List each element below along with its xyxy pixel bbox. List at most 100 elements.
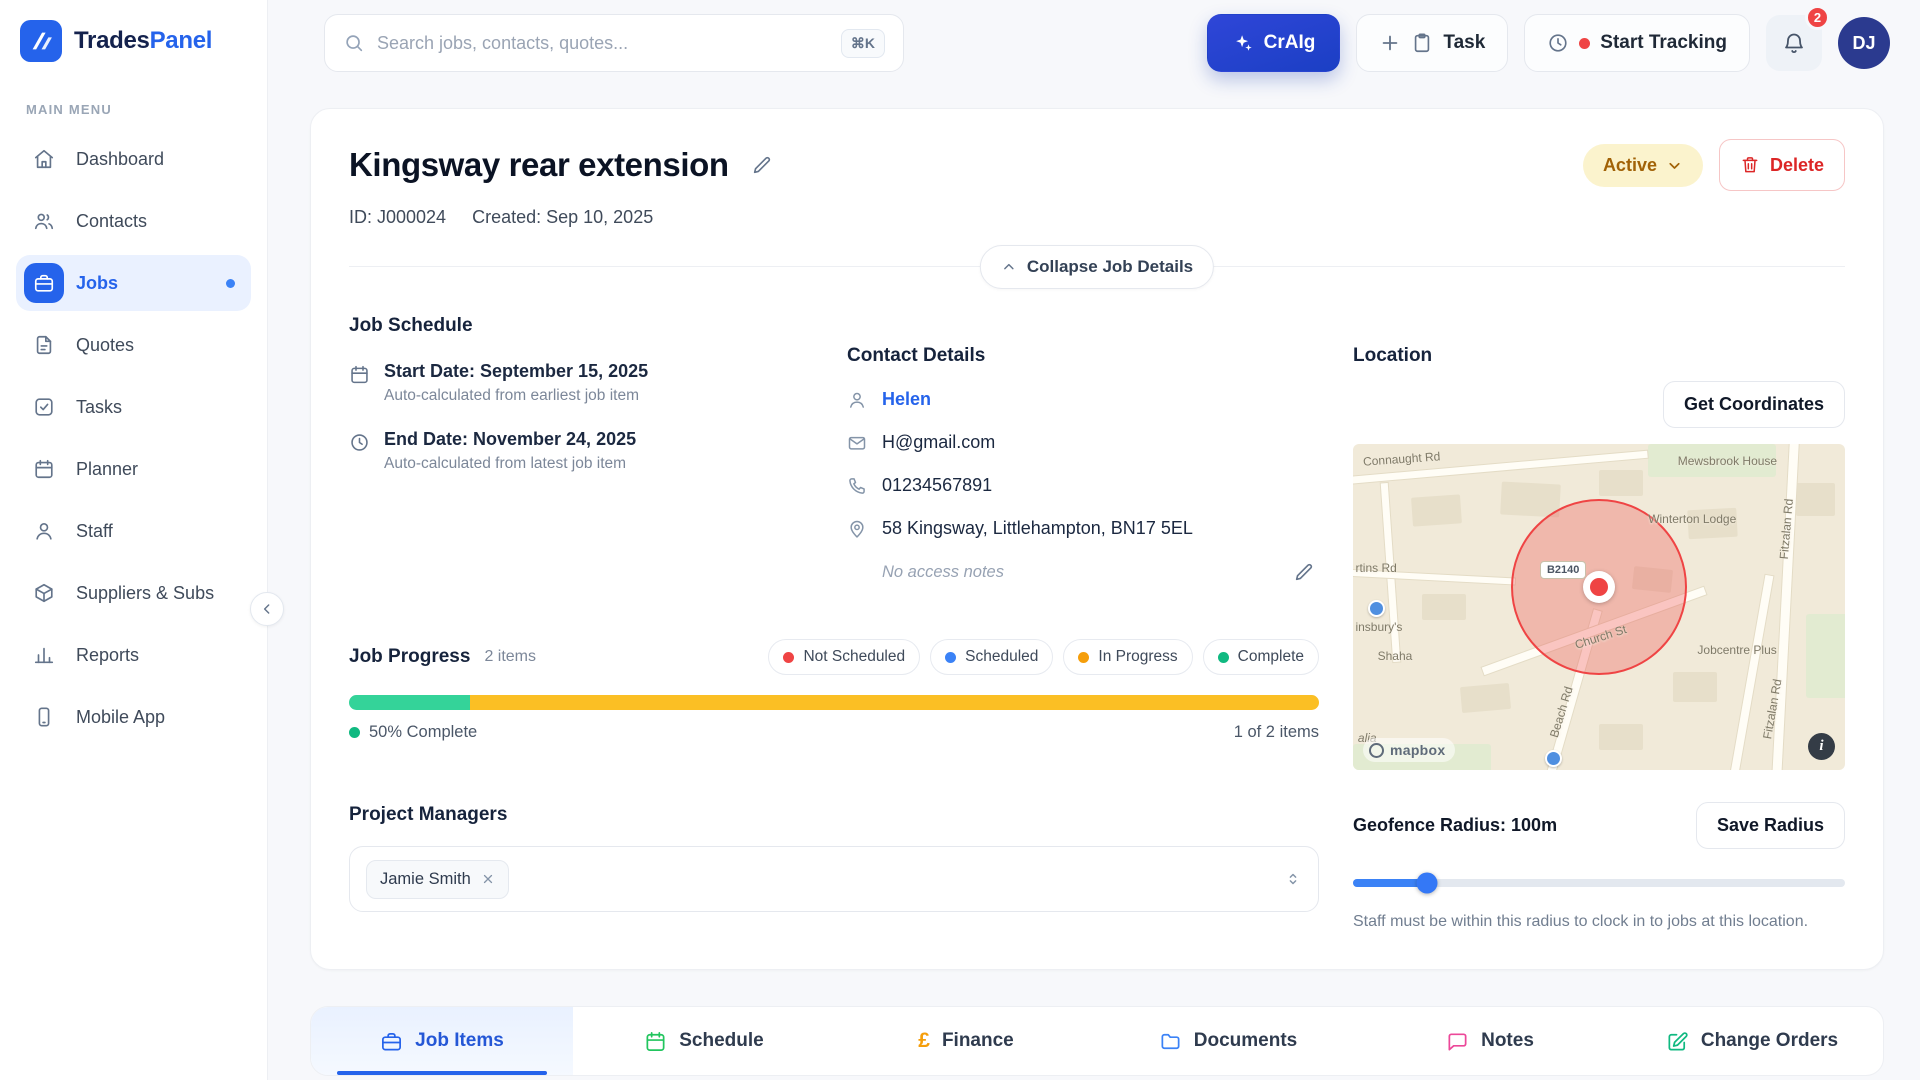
tab-label: Finance — [942, 1030, 1014, 1052]
sidebar-item-label: Dashboard — [76, 149, 164, 170]
check-square-icon — [24, 387, 64, 427]
delete-job-button[interactable]: Delete — [1719, 139, 1845, 191]
brand-name-accent: Panel — [150, 27, 213, 54]
page-content: Kingsway rear extension Active Delete — [268, 82, 1920, 1080]
legend-not-scheduled: Not Scheduled — [768, 639, 920, 675]
job-progress-heading: Job Progress — [349, 646, 470, 668]
project-managers-select[interactable]: Jamie Smith — [349, 846, 1319, 912]
user-icon — [24, 511, 64, 551]
sidebar-item-staff[interactable]: Staff — [16, 503, 251, 559]
search-input[interactable] — [377, 33, 829, 54]
folder-icon — [1159, 1030, 1182, 1053]
progress-percent-label: 50% Complete — [369, 723, 477, 742]
progress-count-label: 1 of 2 items — [1234, 723, 1319, 742]
remove-manager-button[interactable] — [481, 872, 495, 886]
tab-label: Change Orders — [1701, 1030, 1838, 1052]
sidebar-item-reports[interactable]: Reports — [16, 627, 251, 683]
access-notes-text: No access notes — [882, 563, 1004, 582]
details-left: Job Schedule Start Date: September 15, 2… — [349, 315, 1319, 931]
brand-name-bold: Trades — [74, 27, 150, 54]
status-dot — [1078, 652, 1089, 663]
sidebar-item-tasks[interactable]: Tasks — [16, 379, 251, 435]
save-radius-button[interactable]: Save Radius — [1696, 802, 1845, 849]
geofence-radius-label: Geofence Radius: 100m — [1353, 815, 1557, 836]
get-coordinates-button[interactable]: Get Coordinates — [1663, 381, 1845, 428]
end-date-value: End Date: November 24, 2025 — [384, 429, 636, 450]
complete-dot — [349, 727, 360, 738]
clipboard-icon — [1411, 32, 1433, 54]
sidebar-item-jobs[interactable]: Jobs — [16, 255, 251, 311]
location-marker[interactable] — [1583, 571, 1615, 603]
tab-schedule[interactable]: Schedule — [573, 1007, 835, 1075]
legend-in-progress: In Progress — [1063, 639, 1192, 675]
global-search[interactable]: ⌘K — [324, 14, 904, 72]
map-pin-icon — [847, 519, 867, 539]
manager-tag-label: Jamie Smith — [380, 870, 471, 889]
craig-button[interactable]: CrAIg — [1207, 14, 1341, 72]
sidebar-item-planner[interactable]: Planner — [16, 441, 251, 497]
notifications-button[interactable]: 2 — [1766, 15, 1822, 71]
contact-email-row: H@gmail.com — [847, 432, 1319, 453]
mapbox-attribution[interactable]: mapbox — [1363, 738, 1455, 762]
calendar-icon — [24, 449, 64, 489]
status-dropdown[interactable]: Active — [1583, 144, 1703, 187]
legend-label: Scheduled — [965, 648, 1038, 666]
start-date-value: Start Date: September 15, 2025 — [384, 361, 648, 382]
project-managers-heading: Project Managers — [349, 804, 1319, 826]
map-place-label: Jobcentre Plus — [1697, 643, 1776, 657]
progress-bar — [349, 695, 1319, 710]
legend-label: In Progress — [1098, 648, 1177, 666]
tab-job-items[interactable]: Job Items — [311, 1007, 573, 1075]
tab-change-orders[interactable]: Change Orders — [1621, 1007, 1883, 1075]
progress-footer: 50% Complete 1 of 2 items — [349, 723, 1319, 742]
map-info-button[interactable]: i — [1808, 733, 1835, 760]
sidebar-item-label: Quotes — [76, 335, 134, 356]
tab-documents[interactable]: Documents — [1097, 1007, 1359, 1075]
sidebar-item-label: Suppliers & Subs — [76, 583, 214, 604]
tab-finance[interactable]: £ Finance — [835, 1007, 1097, 1075]
status-badge-label: Active — [1603, 155, 1657, 176]
collapse-button-label: Collapse Job Details — [1027, 257, 1193, 277]
map-road-label: rtins Rd — [1355, 561, 1396, 575]
road-number-badge: B2140 — [1540, 561, 1586, 579]
sidebar-item-dashboard[interactable]: Dashboard — [16, 131, 251, 187]
geofence-note: Staff must be within this radius to cloc… — [1353, 913, 1845, 931]
bell-icon — [1782, 31, 1806, 55]
map-road-label: Connaught Rd — [1362, 449, 1440, 468]
avatar[interactable]: DJ — [1838, 17, 1890, 69]
mapbox-label: mapbox — [1390, 742, 1445, 758]
mapbox-logo-icon — [1369, 743, 1384, 758]
sidebar-item-mobile-app[interactable]: Mobile App — [16, 689, 251, 745]
sidebar-item-contacts[interactable]: Contacts — [16, 193, 251, 249]
sidebar-item-quotes[interactable]: Quotes — [16, 317, 251, 373]
tab-label: Schedule — [679, 1030, 763, 1052]
map-building — [1796, 483, 1835, 516]
collapse-job-details-button[interactable]: Collapse Job Details — [980, 245, 1214, 289]
users-icon — [24, 201, 64, 241]
contact-details-heading: Contact Details — [847, 345, 1319, 367]
sidebar-collapse-button[interactable] — [250, 592, 284, 626]
legend-label: Complete — [1238, 648, 1304, 666]
edit-title-button[interactable] — [747, 150, 777, 180]
brand[interactable]: TradesPanel — [16, 14, 251, 72]
contact-phone[interactable]: 01234567891 — [882, 475, 992, 496]
contact-email[interactable]: H@gmail.com — [882, 432, 995, 453]
map[interactable]: Connaught Rd Mewsbrook House Winterton L… — [1353, 444, 1845, 770]
contact-name-link[interactable]: Helen — [882, 389, 931, 410]
start-tracking-button[interactable]: Start Tracking — [1524, 14, 1750, 72]
edit-access-notes-button[interactable] — [1289, 557, 1319, 587]
radius-slider-thumb[interactable] — [1416, 873, 1437, 894]
tracking-status-dot — [1579, 38, 1590, 49]
delete-button-label: Delete — [1770, 155, 1824, 176]
manager-tag: Jamie Smith — [366, 860, 509, 899]
tab-notes[interactable]: Notes — [1359, 1007, 1621, 1075]
sidebar-item-label: Reports — [76, 645, 139, 666]
sidebar-item-suppliers[interactable]: Suppliers & Subs — [16, 565, 251, 621]
radius-slider[interactable] — [1353, 879, 1845, 887]
job-tabs: Job Items Schedule £ Finance Documents N… — [310, 1006, 1884, 1076]
map-poi-marker — [1545, 750, 1562, 767]
map-place-label: Mewsbrook House — [1678, 454, 1777, 468]
add-task-button[interactable]: Task — [1356, 14, 1508, 72]
job-progress-header: Job Progress 2 items Not Scheduled Sched… — [349, 639, 1319, 675]
clock-icon — [349, 432, 370, 453]
